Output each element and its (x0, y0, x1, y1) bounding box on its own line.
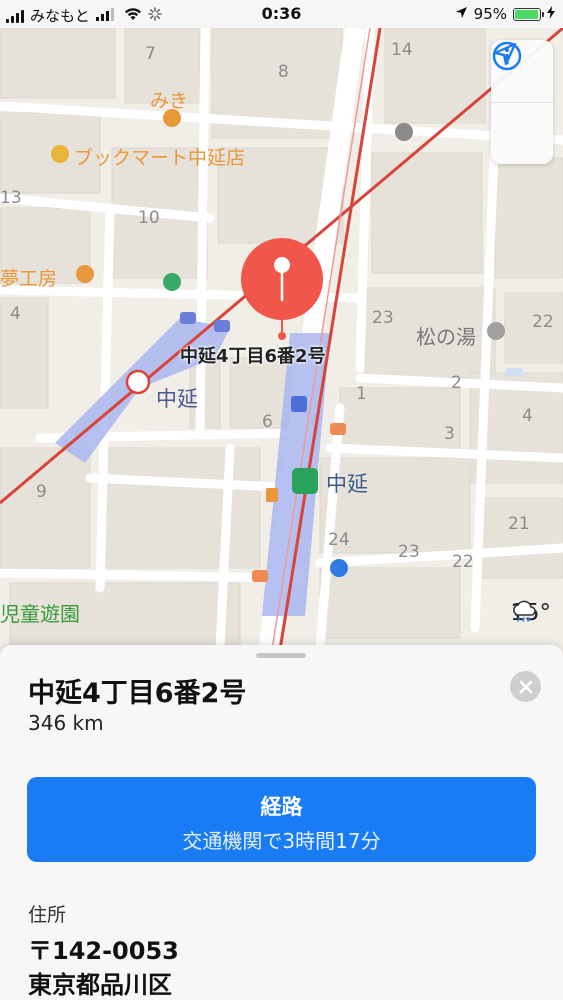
battery-icon (513, 7, 544, 21)
directions-subtitle: 交通機関で3時間17分 (182, 829, 381, 853)
block-number: 23 (372, 308, 394, 328)
poi-label-bookmart[interactable]: ブックマート中延店 (74, 143, 245, 170)
map-controls (491, 40, 553, 164)
block-number: 7 (145, 44, 156, 64)
block-number: 22 (452, 552, 474, 572)
poi-label-park[interactable]: 児童遊園 (0, 598, 80, 627)
map-background (0, 28, 563, 650)
station-label-left[interactable]: 中延 (156, 383, 198, 413)
location-arrow-icon (493, 42, 517, 66)
block-number: 3 (444, 424, 455, 444)
station-label-right[interactable]: 中延 (326, 468, 368, 498)
address-label: 住所 (28, 904, 67, 926)
poi-label-miki[interactable]: みき (150, 86, 188, 113)
status-right: 95% (455, 5, 555, 23)
directions-title: 経路 (260, 795, 303, 819)
current-location-button[interactable] (491, 42, 553, 165)
block-number: 2 (451, 373, 462, 393)
close-icon (519, 680, 532, 693)
battery-percent: 95% (473, 5, 507, 23)
block-number: 9 (36, 482, 47, 502)
weather-indicator[interactable]: 15° (510, 600, 551, 626)
place-distance: 346 km (28, 711, 104, 735)
block-number: 4 (522, 406, 533, 426)
block-number: 23 (398, 542, 420, 562)
block-number: 14 (391, 40, 413, 60)
location-arrow-icon (455, 5, 468, 23)
status-bar: みなもと 0:36 95% (0, 0, 563, 28)
rain-cloud-icon (513, 600, 537, 622)
poi-label-yumekobo[interactable]: 夢工房 (0, 264, 57, 291)
address-city[interactable]: 東京都品川区 (28, 965, 172, 1000)
poi-label-matsunoyu[interactable]: 松の湯 (416, 321, 476, 350)
place-card[interactable]: 中延4丁目6番2号 346 km 経路 交通機関で3時間17分 住所 〒142-… (0, 645, 563, 1000)
sheet-grabber[interactable] (256, 653, 306, 658)
charging-bolt-icon (547, 5, 555, 23)
block-number: 8 (278, 62, 289, 82)
directions-button[interactable]: 経路 交通機関で3時間17分 (27, 777, 536, 862)
block-number: 13 (0, 188, 22, 208)
address-postal-code[interactable]: 〒142-0053 (28, 931, 179, 966)
block-number: 22 (532, 312, 554, 332)
block-number: 24 (328, 530, 350, 550)
block-number: 6 (262, 412, 273, 432)
block-number: 21 (508, 514, 530, 534)
map-view[interactable]: 7 8 14 13 10 4 23 22 1 2 6 3 4 9 24 23 2… (0, 28, 563, 650)
place-title: 中延4丁目6番2号 (28, 678, 247, 709)
block-number: 4 (10, 304, 21, 324)
close-button[interactable] (510, 671, 541, 702)
pin-label[interactable]: 中延4丁目6番2号 (180, 342, 326, 368)
block-number: 1 (356, 384, 367, 404)
block-number: 10 (138, 208, 160, 228)
